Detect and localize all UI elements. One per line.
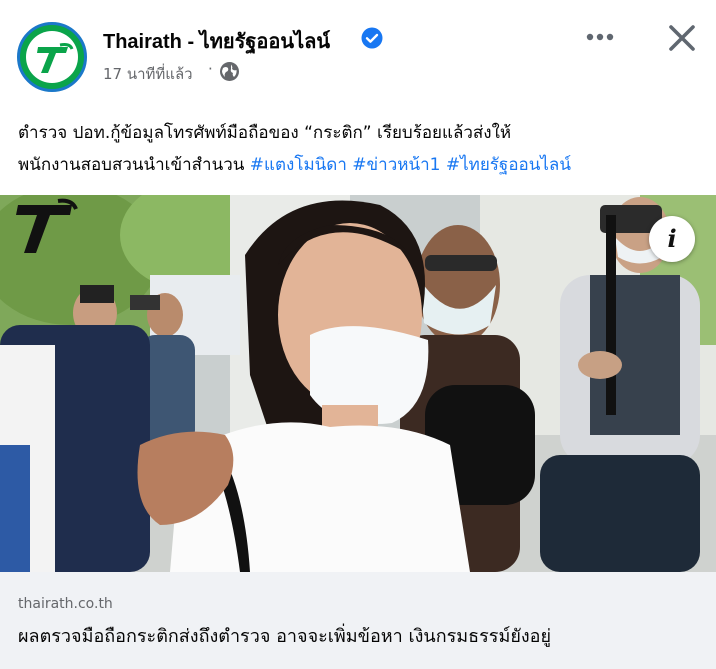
news-photo bbox=[0, 195, 716, 572]
thairath-logo-icon bbox=[26, 31, 78, 83]
post-timestamp[interactable]: 17 นาทีที่แล้ว bbox=[103, 62, 193, 86]
page-avatar[interactable] bbox=[17, 22, 87, 92]
hashtag-link[interactable]: #ไทยรัฐออนไลน์ bbox=[446, 155, 571, 175]
caption-line-1: ตำรวจ ปอท.กู้ข้อมูลโทรศัพท์มือถือของ “กร… bbox=[18, 123, 512, 143]
caption-line-2: พนักงานสอบสวนนำเข้าสำนวน #แตงโมนิดา #ข่า… bbox=[18, 149, 708, 181]
post-header: Thairath - ไทยรัฐออนไลน์ 17 นาทีที่แล้ว … bbox=[0, 0, 716, 100]
info-icon: i bbox=[667, 224, 677, 253]
close-icon[interactable] bbox=[664, 20, 700, 56]
hashtag-link[interactable]: #แตงโมนิดา bbox=[250, 155, 347, 175]
caption-text: พนักงานสอบสวนนำเข้าสำนวน bbox=[18, 155, 245, 175]
hashtag-link[interactable]: #ข่าวหน้า1 bbox=[352, 155, 440, 175]
facebook-post: Thairath - ไทยรัฐออนไลน์ 17 นาทีที่แล้ว … bbox=[0, 0, 716, 669]
meta-separator: · bbox=[208, 60, 213, 78]
globe-icon[interactable] bbox=[219, 61, 240, 82]
verified-badge-icon bbox=[361, 27, 383, 49]
post-photo[interactable] bbox=[0, 195, 716, 572]
link-preview[interactable]: thairath.co.th ผลตรวจมือถือกระติกส่งถึงต… bbox=[0, 572, 716, 669]
link-domain: thairath.co.th bbox=[18, 596, 113, 612]
post-caption: ตำรวจ ปอท.กู้ข้อมูลโทรศัพท์มือถือของ “กร… bbox=[18, 117, 708, 181]
link-title[interactable]: ผลตรวจมือถือกระติกส่งถึงตำรวจ อาจจะเพิ่ม… bbox=[18, 621, 551, 650]
page-name[interactable]: Thairath - ไทยรัฐออนไลน์ bbox=[103, 25, 330, 57]
info-button[interactable]: i bbox=[649, 216, 695, 262]
more-options-icon[interactable] bbox=[583, 22, 617, 52]
